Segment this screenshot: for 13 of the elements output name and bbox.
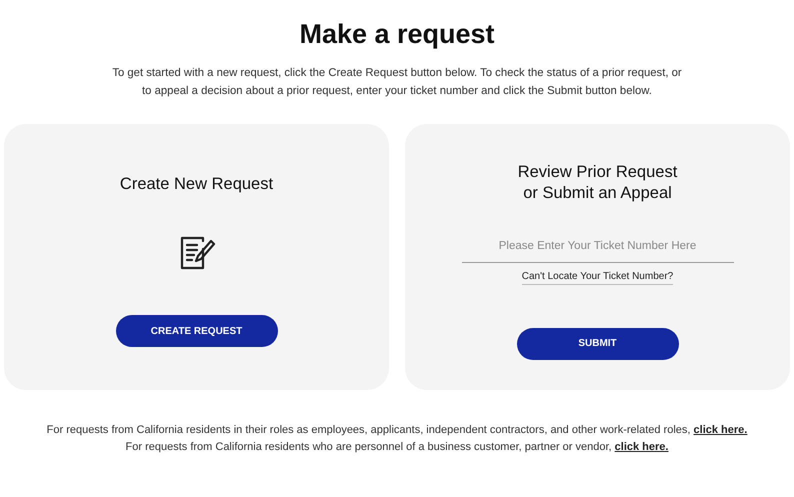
submit-button[interactable]: SUBMIT	[516, 328, 678, 360]
click-here-link[interactable]: click here.	[694, 424, 748, 436]
card-heading: Create New Request	[120, 174, 274, 196]
card-heading: or Submit an Appeal	[522, 183, 673, 204]
card-heading: Review Prior Request	[518, 162, 678, 184]
footer-text: For requests from California residents in their roles as employees, applicants, independent contractors, and other work-related roles, click here.	[46, 423, 748, 438]
page-title: Make a request	[298, 18, 496, 50]
create-request-button[interactable]: CREATE REQUEST	[116, 315, 278, 348]
ticket-number-field[interactable]: Please Enter Your Ticket Number Here	[462, 234, 734, 263]
ticket-help-link[interactable]: Can't Locate Your Ticket Number?	[522, 268, 674, 285]
click-here-link[interactable]: click here.	[614, 441, 668, 454]
intro-text: To get started with a new request, click the Create Request button below. To check the status of a prior request, or to appeal a decision about a prior request, enter your ticket number and click the Submit button below.	[111, 66, 683, 100]
footer-text: For requests from California residents who are personnel of a business customer, partner or vendor, click here.	[124, 440, 670, 456]
